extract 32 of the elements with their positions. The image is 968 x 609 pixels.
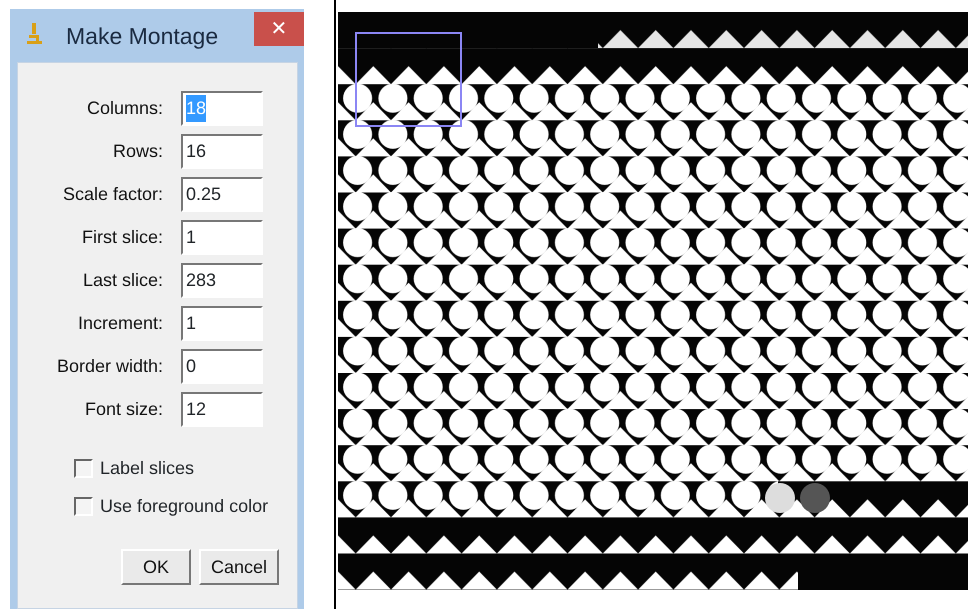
field-value: 1 [186,226,196,249]
microscope-icon [27,23,42,45]
field-label: First slice: [81,226,163,249]
field-label: Font size: [84,398,163,421]
field-label: Increment: [76,312,163,335]
field-label: Last slice: [82,269,163,292]
checkbox-label: Use foreground color [100,494,268,518]
checkbox[interactable] [74,458,93,478]
field-value: 16 [186,140,206,163]
checkbox[interactable] [74,496,93,516]
field-value: 1 [186,312,196,335]
field-label: Rows: [112,140,163,163]
cancel-button[interactable]: Cancel [198,549,279,585]
field-value: 283 [186,269,216,292]
field-label: Scale factor: [62,183,163,206]
input-field[interactable]: 16 [181,134,263,169]
window-title: Make Montage [66,22,218,51]
input-field[interactable]: 0 [181,349,263,384]
field-label: Columns: [86,97,163,120]
checkbox-label: Label slices [100,456,194,480]
input-field[interactable]: 1 [181,306,263,341]
input-field[interactable]: 12 [181,392,263,427]
field-value: 12 [186,398,206,421]
field-value: 0.25 [186,183,222,206]
ok-button[interactable]: OK [120,549,191,585]
field-label: Border width: [56,355,163,378]
selected-text: 18 [186,95,206,122]
input-field[interactable]: 0.25 [181,177,263,212]
close-button[interactable]: ✕ [254,12,304,46]
input-field[interactable]: 1 [181,220,263,255]
field-value: 0 [186,355,196,378]
input-field[interactable]: 283 [181,263,263,298]
